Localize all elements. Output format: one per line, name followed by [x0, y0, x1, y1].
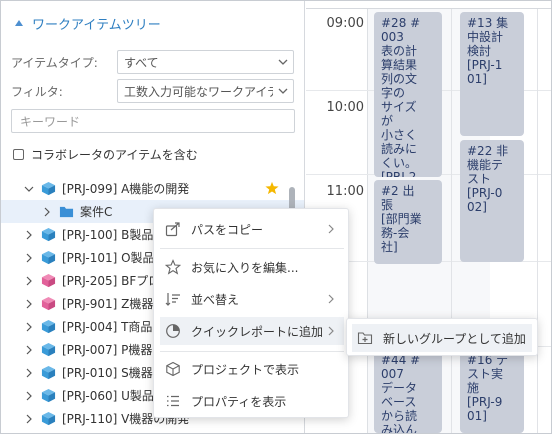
chevron-down-icon	[273, 80, 293, 102]
calendar-event-card[interactable]: #2 出 張 [部門業 務-会 社]	[374, 180, 442, 264]
star-icon[interactable]	[265, 181, 279, 195]
pie-chart-icon	[164, 322, 182, 340]
collaborator-checkbox[interactable]	[13, 148, 24, 160]
tree-item-label: [PRJ-007] P機器	[62, 343, 153, 357]
cube-icon	[41, 181, 56, 196]
chevron-right-icon[interactable]	[23, 275, 35, 287]
list-icon	[164, 392, 182, 410]
tree-item-label: [PRJ-010] S機器	[62, 366, 153, 380]
sort-icon	[164, 290, 182, 308]
tree-item-label: [PRJ-101] O製品	[62, 251, 155, 265]
tree-item-label: [PRJ-004] T商品	[62, 320, 153, 334]
include-collaborator-items-option[interactable]: コラボレータのアイテムを含む	[13, 145, 198, 163]
menu-item-add-to-quick-report[interactable]: クイックレポートに追加	[160, 317, 344, 345]
day-separator	[537, 1, 538, 433]
menu-item-show-properties[interactable]: プロパティを表示	[160, 387, 344, 415]
menu-item-label: 新しいグループとして追加	[383, 331, 526, 346]
chevron-right-icon[interactable]	[23, 413, 35, 425]
item-type-value: すべて	[124, 55, 159, 70]
chevron-down-icon[interactable]	[23, 183, 35, 195]
menu-item-label: クイックレポートに追加	[191, 324, 324, 339]
tree-item-label: 案件C	[80, 205, 113, 219]
keyword-search-input[interactable]: キーワード	[11, 109, 295, 133]
tree-item-label: [PRJ-901] Z機器	[62, 297, 154, 311]
cube-icon	[41, 411, 56, 426]
tree-item[interactable]: [PRJ-099] A機能の開発	[1, 177, 304, 200]
cube-icon	[41, 365, 56, 380]
chevron-right-icon[interactable]	[41, 206, 53, 218]
cube-icon	[41, 319, 56, 334]
time-label: 10:00	[326, 100, 364, 115]
share-icon	[164, 220, 182, 238]
context-menu: パスをコピー お気に入りを編集... 並べ替え クイックレポートに追加 プロジェ…	[153, 208, 349, 418]
chevron-right-icon[interactable]	[23, 321, 35, 333]
chevron-right-icon[interactable]	[23, 344, 35, 356]
filter-select[interactable]: 工数入力可能なワークアイテム	[117, 79, 294, 103]
menu-item-label: 並べ替え	[191, 292, 240, 307]
menu-item-label: プロパティを表示	[191, 394, 287, 409]
menu-item-copy-path[interactable]: パスをコピー	[160, 215, 344, 243]
chevron-right-icon	[324, 222, 338, 236]
filter-row: フィルタ:	[11, 79, 116, 103]
search-placeholder: キーワード	[20, 114, 81, 129]
menu-item-label: パスをコピー	[191, 222, 264, 237]
menu-item-label: お気に入りを編集...	[191, 260, 299, 275]
chevron-right-icon	[324, 292, 338, 306]
filter-label: フィルタ:	[11, 84, 63, 99]
item-type-select[interactable]: すべて	[117, 50, 294, 74]
tree-item-label: [PRJ-205] BFプロ	[62, 274, 161, 288]
quick-report-submenu: 新しいグループとして追加	[346, 318, 538, 356]
menu-item-add-as-new-group[interactable]: 新しいグループとして追加	[352, 324, 532, 352]
cube-icon	[41, 273, 56, 288]
chevron-right-icon[interactable]	[23, 390, 35, 402]
menu-item-label: プロジェクトで表示	[191, 362, 300, 377]
tree-panel-header[interactable]: ワークアイテムツリー	[15, 14, 161, 33]
menu-item-edit-favorites[interactable]: お気に入りを編集...	[160, 253, 344, 281]
menu-item-show-in-project[interactable]: プロジェクトで表示	[160, 355, 344, 383]
chevron-right-icon[interactable]	[23, 367, 35, 379]
cube-icon	[41, 388, 56, 403]
tree-item-label: [PRJ-099] A機能の開発	[62, 182, 190, 196]
folder-icon	[59, 206, 74, 218]
chevron-right-icon	[324, 324, 338, 338]
chevron-right-icon[interactable]	[23, 229, 35, 241]
calendar-event-card[interactable]: #28 # 003 表の計 算結果 列の文 字の サイズ が 小さく 読みに く…	[374, 12, 442, 177]
cube-icon	[41, 342, 56, 357]
add-folder-icon	[356, 329, 374, 347]
collaborator-label: コラボレータのアイテムを含む	[31, 147, 198, 162]
item-type-row: アイテムタイプ:	[11, 50, 116, 74]
chevron-right-icon[interactable]	[23, 298, 35, 310]
calendar-event-card[interactable]: #22 非 機能テ スト [PRJ-0 02]	[460, 140, 524, 262]
tree-item-label: [PRJ-060] U製品	[62, 389, 154, 403]
menu-separator	[160, 248, 344, 249]
tree-panel-title: ワークアイテムツリー	[32, 17, 161, 33]
star-outline-icon	[164, 258, 182, 276]
calendar-header-border	[306, 1, 551, 9]
filter-value: 工数入力可能なワークアイテム	[124, 84, 273, 99]
cube-icon	[41, 296, 56, 311]
time-label: 09:00	[326, 16, 364, 31]
time-label: 11:00	[326, 184, 364, 199]
cube-outline-icon	[164, 360, 182, 378]
calendar-event-card[interactable]: #13 集 中設計 検討 [PRJ-1 01]	[460, 12, 524, 136]
menu-item-sort[interactable]: 並べ替え	[160, 285, 344, 313]
chevron-right-icon[interactable]	[23, 252, 35, 264]
chevron-down-icon	[273, 51, 293, 73]
collapse-triangle-icon[interactable]	[15, 20, 23, 26]
cube-icon	[41, 227, 56, 242]
day-separator	[451, 1, 452, 433]
cube-icon	[41, 250, 56, 265]
menu-separator	[160, 351, 344, 352]
item-type-label: アイテムタイプ:	[11, 55, 98, 70]
tree-item-label: [PRJ-100] B製品	[62, 228, 154, 242]
